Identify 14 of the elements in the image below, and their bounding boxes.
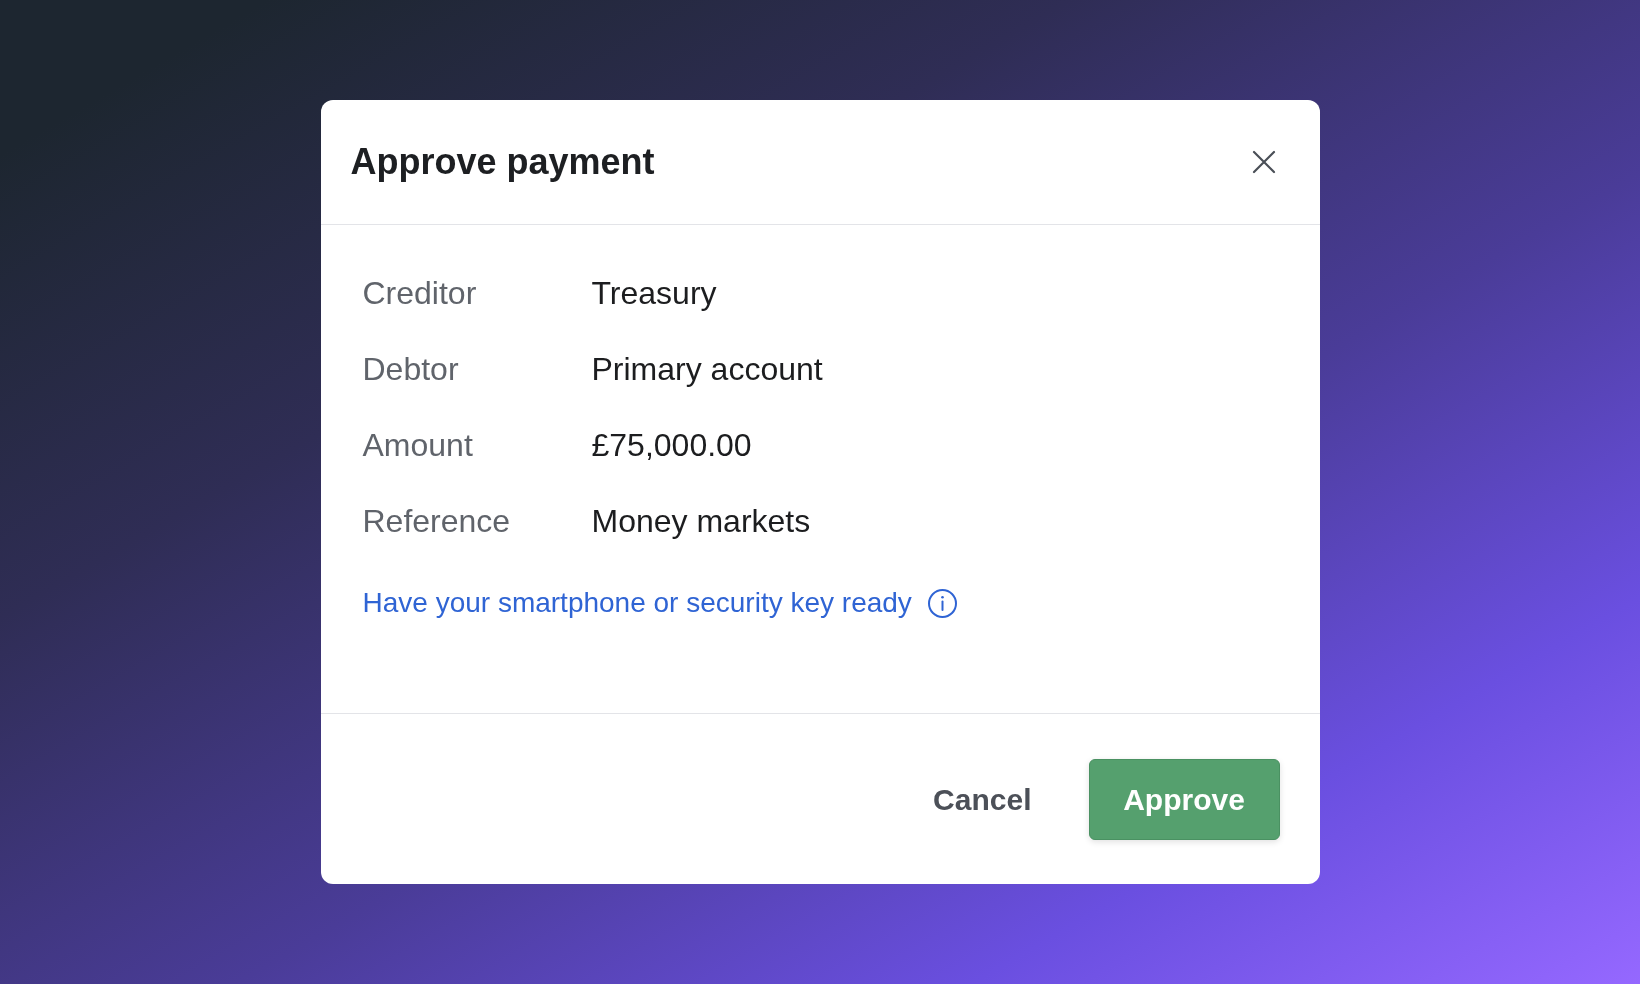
security-key-hint-link[interactable]: Have your smartphone or security key ready <box>362 585 912 621</box>
detail-value: Money markets <box>591 502 811 541</box>
detail-label: Debtor <box>362 350 460 389</box>
info-icon <box>927 588 957 618</box>
approve-button[interactable]: Approve <box>1088 758 1280 840</box>
dialog-title: Approve payment <box>350 140 655 184</box>
cancel-button[interactable]: Cancel <box>907 758 1058 840</box>
detail-label: Reference <box>362 502 512 541</box>
detail-value: £75,000.00 <box>591 426 752 465</box>
detail-label: Amount <box>362 426 474 465</box>
close-icon <box>1251 150 1276 174</box>
detail-value: Treasury <box>591 274 717 313</box>
detail-label: Creditor <box>362 274 478 313</box>
detail-value: Primary account <box>591 350 823 389</box>
